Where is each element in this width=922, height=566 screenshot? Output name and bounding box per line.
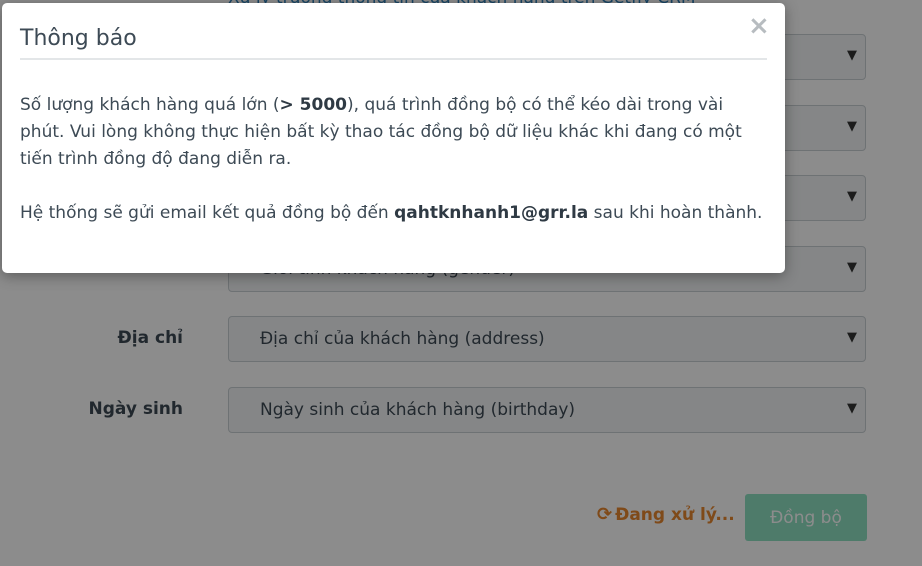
email-address: qahtknhanh1@grr.la <box>394 203 589 223</box>
notification-modal: Thông báo × Số lượng khách hàng quá lớn … <box>2 3 785 273</box>
customer-limit: > 5000 <box>279 95 347 115</box>
message-text: sau khi hoàn thành. <box>588 203 763 223</box>
modal-body: Số lượng khách hàng quá lớn (> 5000), qu… <box>20 92 770 227</box>
modal-title: Thông báo <box>20 26 137 51</box>
modal-message-limit: Số lượng khách hàng quá lớn (> 5000), qu… <box>20 92 770 173</box>
message-text: Số lượng khách hàng quá lớn ( <box>20 95 280 115</box>
message-text: Hệ thống sẽ gửi email kết quả đồng bộ đế… <box>20 203 395 223</box>
modal-message-email: Hệ thống sẽ gửi email kết quả đồng bộ đế… <box>20 200 770 227</box>
page: Xử lý trường thông tin của khách hàng tr… <box>0 0 922 566</box>
close-icon[interactable]: × <box>748 13 770 39</box>
modal-divider <box>20 58 767 60</box>
